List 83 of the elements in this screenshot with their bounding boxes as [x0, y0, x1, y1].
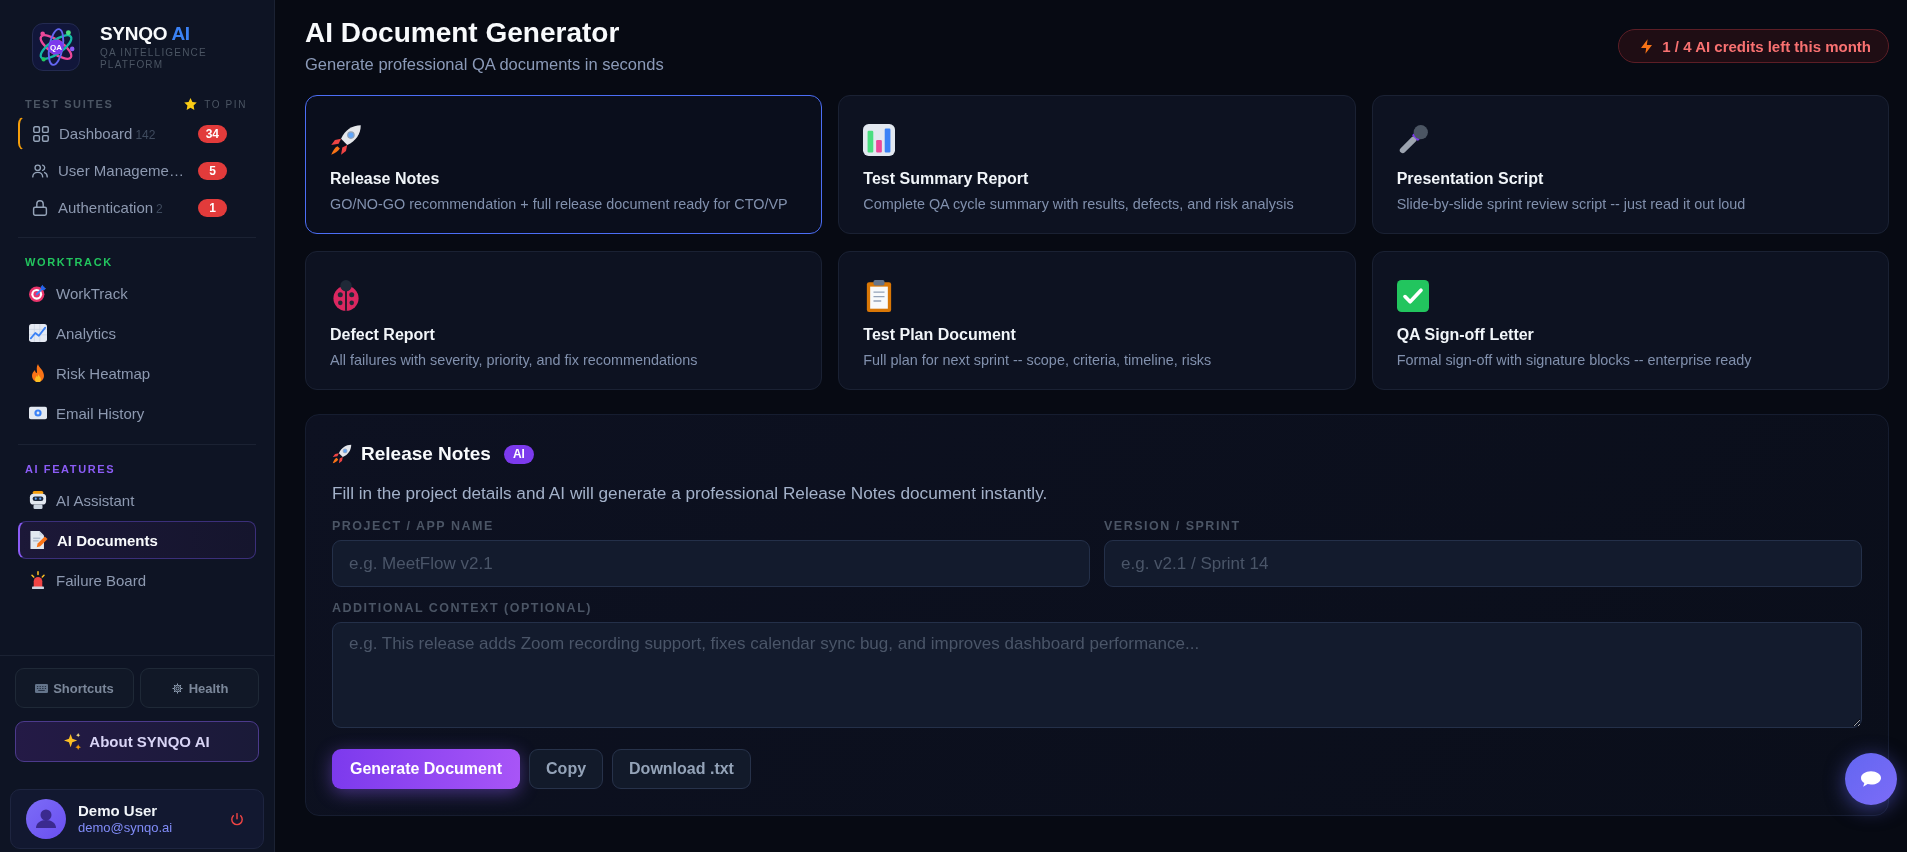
card-description: Formal sign-off with signature blocks -- enterprise ready: [1396, 351, 1753, 369]
input-field[interactable]: e.g. MeetFlow v2.1: [332, 540, 1090, 587]
brand-name: SYNQO AI: [100, 23, 191, 45]
sidebar-item[interactable]: Dashboard 142 34: [18, 116, 256, 151]
card-title: Test Summary Report: [863, 169, 1030, 189]
about-button[interactable]: About SYNQO AI: [15, 721, 259, 762]
item-count: 142: [135, 127, 156, 142]
rocket-icon: [332, 444, 352, 464]
target-icon: [29, 284, 47, 302]
fire-icon: [29, 364, 47, 382]
user-email: demo@synqo.ai: [78, 820, 173, 836]
download-button[interactable]: Download .txt: [612, 749, 751, 789]
generate-button[interactable]: Generate Document: [332, 749, 521, 789]
field-label: PROJECT / APP NAME: [332, 518, 495, 534]
item-count: 2: [156, 201, 163, 216]
sidebar-item[interactable]: Failure Board: [18, 561, 256, 599]
document-type-card[interactable]: Presentation Script Slide-by-slide sprint review script -- just read it out loud: [1371, 95, 1889, 234]
gear-icon: [170, 682, 184, 694]
siren-icon: [29, 571, 47, 589]
ladybug-icon: [330, 280, 362, 312]
card-description: All failures with severity, priority, and fix recommendations: [330, 351, 699, 369]
textarea-field[interactable]: e.g. This release adds Zoom recording support, fixes calendar sync bug, and improves dashboard performance...: [332, 622, 1862, 728]
card-description: Slide-by-slide sprint review script -- just read it out loud: [1396, 195, 1747, 213]
check-box-icon: [1396, 280, 1429, 312]
sidebar-item[interactable]: AI Assistant: [18, 481, 256, 519]
line-chart-icon: [29, 324, 47, 342]
user-name: Demo User: [78, 802, 159, 820]
card-title: Defect Report: [330, 325, 436, 345]
field-label: ADDITIONAL CONTEXT (OPTIONAL): [332, 600, 593, 616]
count-badge: 34: [197, 124, 227, 143]
document-type-card[interactable]: Release Notes GO/NO-GO recommendation + full release document ready for CTO/VP: [305, 95, 823, 234]
section-title: WORKTRACK: [25, 256, 113, 268]
shortcuts-button[interactable]: Shortcuts: [15, 668, 134, 708]
form-title: Release Notes: [361, 443, 491, 465]
card-title: QA Sign-off Letter: [1396, 325, 1535, 345]
avatar-icon: [26, 799, 66, 839]
section-title: TEST SUITES: [25, 98, 114, 110]
page-title: AI Document Generator: [305, 16, 621, 50]
sidebar-item[interactable]: Analytics: [18, 314, 256, 352]
pin-hint: TO PIN: [204, 98, 247, 110]
sidebar-item[interactable]: Email History: [18, 394, 256, 432]
sidebar-item[interactable]: User Manageme… 5: [18, 153, 256, 188]
mail-icon: [29, 404, 47, 422]
card-title: Presentation Script: [1396, 169, 1545, 189]
brand-tagline: QA INTELLIGENCE PLATFORM: [100, 47, 208, 71]
copy-button[interactable]: Copy: [529, 749, 604, 789]
bolt-icon: [1641, 38, 1653, 54]
card-title: Release Notes: [330, 169, 441, 189]
card-title: Test Plan Document: [863, 325, 1017, 345]
grid-icon: [33, 125, 49, 142]
users-icon: [32, 162, 48, 179]
page-subtitle: Generate professional QA documents in seconds: [305, 54, 664, 75]
logo-text: QA: [50, 42, 62, 52]
lock-icon: [32, 199, 48, 216]
sidebar-item[interactable]: AI Documents: [18, 521, 256, 559]
count-badge: 5: [198, 161, 227, 180]
power-icon[interactable]: [231, 812, 243, 826]
document-type-card[interactable]: Test Summary Report Complete QA cycle summary with results, defects, and risk analysis: [838, 95, 1356, 234]
bar-chart-icon: [863, 124, 896, 156]
chat-bubble-icon: [1861, 771, 1881, 787]
credits-text: 1 / 4 AI credits left this month: [1662, 37, 1871, 55]
robot-icon: [29, 491, 47, 509]
rocket-icon: [330, 124, 362, 156]
card-description: GO/NO-GO recommendation + full release document ready for CTO/VP: [330, 195, 789, 213]
health-button[interactable]: Health: [140, 668, 259, 708]
document-pencil-icon: [30, 531, 48, 549]
keyboard-icon: [35, 682, 49, 694]
star-icon: [184, 98, 198, 110]
ai-badge: AI: [503, 444, 534, 464]
sparkle-icon: [64, 733, 82, 750]
field-label: VERSION / SPRINT: [1104, 518, 1242, 534]
form-description: Fill in the project details and AI will generate a professional Release Notes document instantly.: [332, 482, 1049, 504]
sidebar-item[interactable]: Risk Heatmap: [18, 354, 256, 392]
sidebar-item[interactable]: Authentication 2 1: [18, 190, 256, 225]
document-type-card[interactable]: Test Plan Document Full plan for next sprint -- scope, criteria, timeline, risks: [838, 251, 1356, 390]
document-type-card[interactable]: Defect Report All failures with severity, priority, and fix recommendations: [305, 251, 823, 390]
section-title: AI FEATURES: [25, 463, 116, 475]
count-badge: 1: [198, 198, 227, 217]
card-description: Complete QA cycle summary with results, defects, and risk analysis: [863, 195, 1295, 213]
document-type-card[interactable]: QA Sign-off Letter Formal sign-off with signature blocks -- enterprise ready: [1371, 251, 1889, 390]
card-description: Full plan for next sprint -- scope, criteria, timeline, risks: [863, 351, 1213, 369]
sidebar-item[interactable]: WorkTrack: [18, 274, 256, 312]
input-field[interactable]: e.g. v2.1 / Sprint 14: [1104, 540, 1862, 587]
